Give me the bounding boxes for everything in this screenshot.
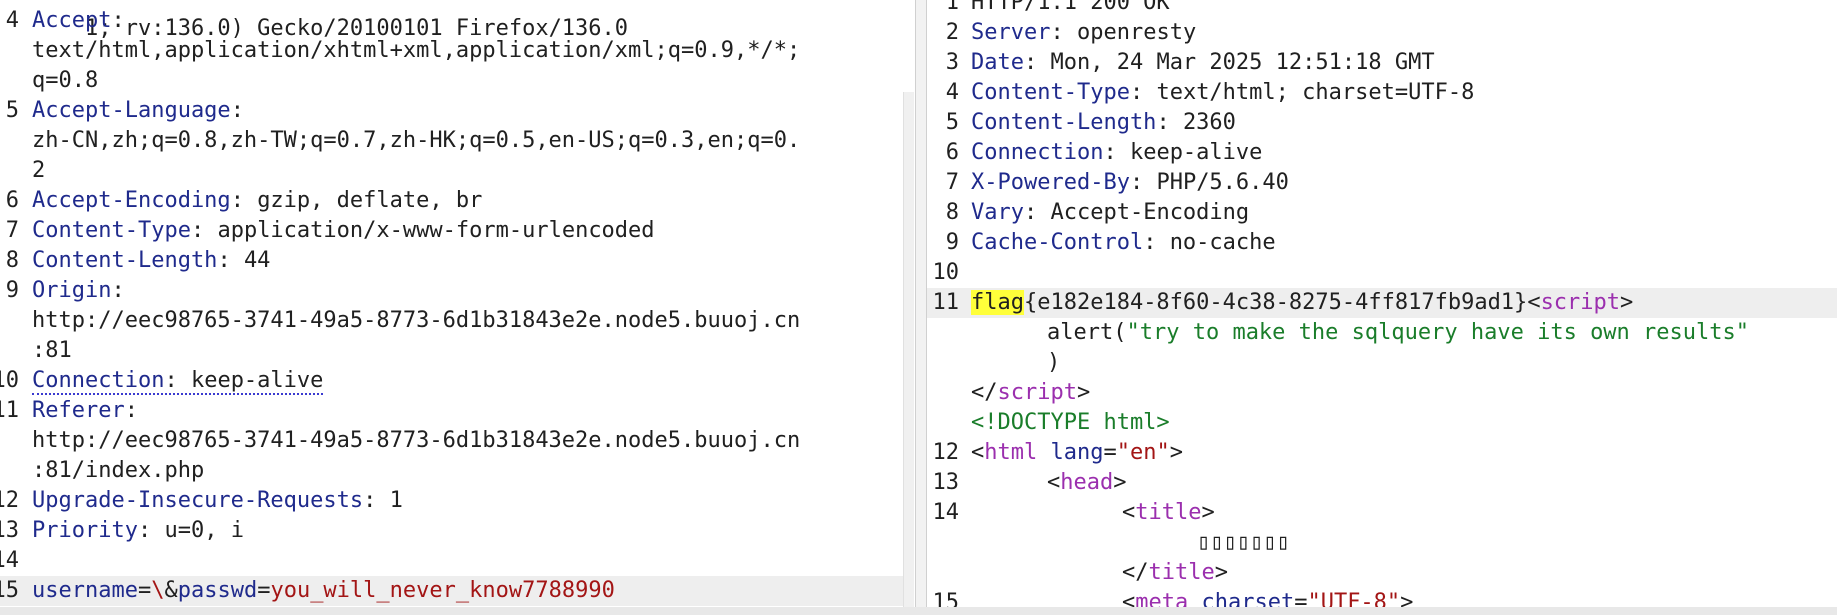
header-origin-value-cont: :81 [32, 338, 72, 363]
line-number: 6 [945, 140, 959, 165]
doctype: <!DOCTYPE html> [971, 410, 1170, 435]
header-accept-language-value-cont: 2 [32, 158, 46, 183]
header-connection: Connection: keep-alive [971, 140, 1263, 165]
header-content-length: Content-Length: 44 [32, 248, 271, 273]
line-number: 2 [945, 20, 959, 45]
line-number: 14 [932, 500, 960, 525]
header-referer-value: http://eec98765-3741-49a5-8773-6d1b31843… [32, 428, 801, 453]
header-upgrade-insecure-requests: Upgrade-Insecure-Requests: 1 [32, 488, 403, 513]
line-number: 10 [932, 260, 960, 285]
line-number: 6 [5, 188, 19, 213]
header-server: Server: openresty [971, 20, 1197, 45]
header-accept-language: Accept-Language: [32, 98, 244, 123]
line-number: 7 [945, 170, 959, 195]
line-number: 9 [945, 230, 959, 255]
line-number: 12 [0, 488, 19, 513]
header-accept-language-value: zh-CN,zh;q=0.8,zh-TW;q=0.7,zh-HK;q=0.5,e… [32, 128, 801, 153]
title-close-tag: </title> [1122, 560, 1228, 585]
line-number: 13 [0, 518, 19, 543]
line-number: 9 [5, 278, 19, 303]
line-number: 8 [5, 248, 19, 273]
flag-line: flag{e182e184-8f60-4c38-8275-4ff817fb9ad… [971, 290, 1634, 315]
pane-splitter[interactable] [915, 0, 927, 615]
header-content-length: Content-Length: 2360 [971, 110, 1236, 135]
header-content-type: Content-Type: text/html; charset=UTF-8 [971, 80, 1475, 105]
request-scrollbar[interactable] [903, 92, 914, 615]
header-x-powered-by: X-Powered-By: PHP/5.6.40 [971, 170, 1289, 195]
line-number: 14 [0, 548, 19, 573]
status-line: HTTP/1.1 200 OK [971, 0, 1170, 15]
header-priority: Priority: u=0, i [32, 518, 244, 543]
line-number: 4 [945, 80, 959, 105]
alert-call: alert("try to make the sqlquery have its… [1047, 320, 1750, 345]
line-number: 10 [0, 368, 19, 393]
header-vary: Vary: Accept-Encoding [971, 200, 1250, 225]
header-accept-value: text/html,application/xhtml+xml,applicat… [32, 38, 801, 63]
header-accept-value-cont: q=0.8 [32, 68, 99, 93]
header-referer: Referer: [32, 398, 138, 423]
line-number: 5 [945, 110, 959, 135]
head-open-tag: <head> [1047, 470, 1127, 495]
header-origin: Origin: [32, 278, 125, 303]
request-body[interactable]: username=\&passwd=you_will_never_know778… [32, 576, 615, 606]
html-open-tag: <html lang="en"> [971, 440, 1183, 465]
header-content-type: Content-Type: application/x-www-form-url… [32, 218, 655, 243]
title-open-tag: <title> [1122, 500, 1215, 525]
line-number: 3 [945, 50, 959, 75]
horizontal-scrollbar[interactable] [0, 607, 1837, 615]
line-number: 1 [945, 0, 959, 15]
line-number: 11 [932, 290, 960, 315]
header-origin-value: http://eec98765-3741-49a5-8773-6d1b31843… [32, 308, 801, 333]
script-close-tag: </script> [971, 380, 1091, 405]
line-number: 11 [0, 398, 19, 423]
line-number: 7 [5, 218, 19, 243]
line-number: 5 [5, 98, 19, 123]
line-number: 12 [932, 440, 960, 465]
line-number: 8 [945, 200, 959, 225]
header-date: Date: Mon, 24 Mar 2025 12:51:18 GMT [971, 50, 1435, 75]
alert-close: ) [1047, 350, 1061, 375]
header-accept: Accept: [32, 8, 125, 33]
response-viewer[interactable]: 1 HTTP/1.1 200 OK 2 Server: openresty 3 … [927, 0, 1837, 615]
title-text: ▯▯▯▯▯▯▯ [1197, 530, 1290, 555]
header-cache-control: Cache-Control: no-cache [971, 230, 1276, 255]
header-connection: Connection: keep-alive [32, 368, 324, 395]
line-number: 13 [932, 470, 960, 495]
header-referer-value-cont: :81/index.php [32, 458, 205, 483]
line-number: 15 [0, 578, 19, 603]
search-highlight: flag [971, 290, 1024, 315]
line-number: 4 [5, 8, 19, 33]
header-accept-encoding: Accept-Encoding: gzip, deflate, br [32, 188, 483, 213]
request-editor[interactable]: 1; rv:136.0) Gecko/20100101 Firefox/136.… [0, 0, 915, 615]
